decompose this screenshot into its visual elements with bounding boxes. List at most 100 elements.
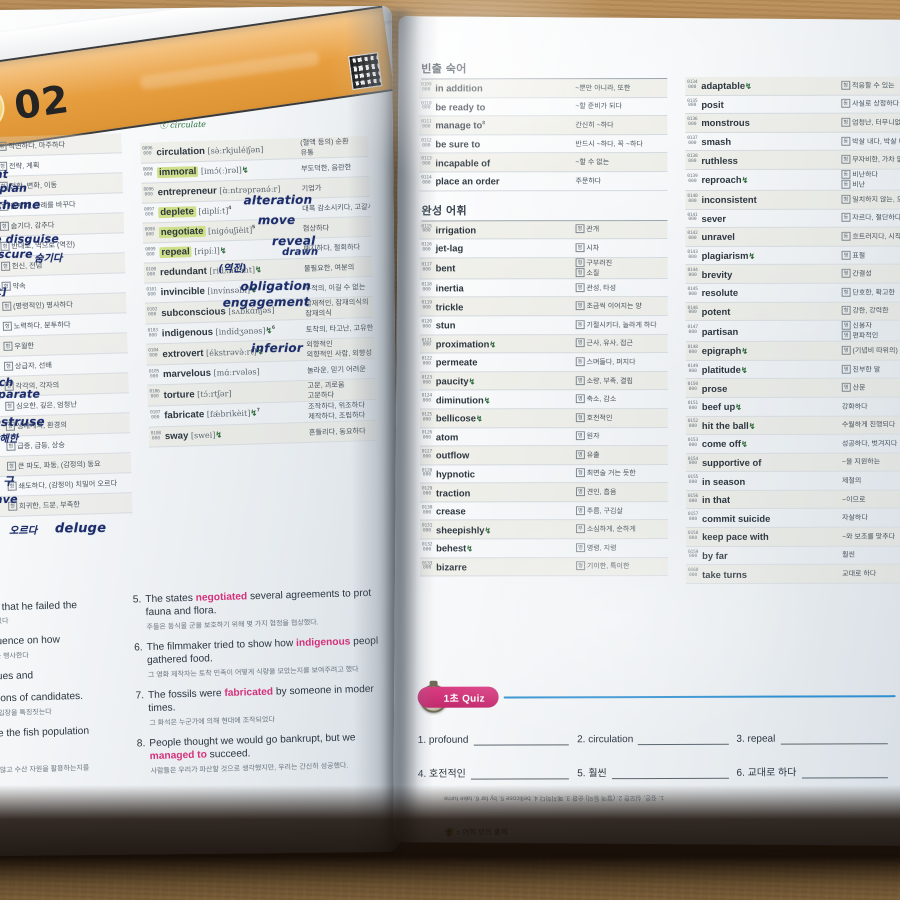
word-row: 0130 000 crease 명 주름, 구김살 (420, 501, 669, 521)
meaning-line: 명 신봉자 (841, 320, 900, 331)
word-meaning: 명 산문 (838, 382, 900, 393)
sentence-korean: 영향력을 행사한다 (0, 652, 29, 661)
word-term: sheepishly↯ (436, 524, 492, 536)
part-of-speech-tag: 형 (841, 80, 851, 90)
word-meaning: 부 소심하게, 순하게 (572, 524, 668, 534)
word-term: supportive of (701, 456, 762, 468)
word-term: incapable of (435, 157, 491, 169)
word-row: 0152 000 hit the ball↯ 수월하게 진행되다 (685, 416, 900, 436)
quiz-answer-blank[interactable] (801, 768, 888, 779)
handwritten-annotation: engagement (222, 294, 310, 310)
word-term: come off↯ (701, 438, 748, 450)
sprout-icon: ↯ (215, 430, 223, 440)
word-superscript: 4 (228, 204, 232, 212)
meaning-line: 명 원자 (575, 431, 668, 441)
word-row: 0136 000 monstrous 형 엄청난, 터무니없는 (685, 113, 900, 133)
meaning-line: 토착의, 타고난, 고유한 (305, 322, 374, 334)
quiz-answer-blank[interactable] (611, 768, 729, 780)
handwritten-annotation: ront (0, 167, 9, 182)
sentence-number: 6. (134, 642, 143, 654)
meaning-line: 명 주름, 구김살 (576, 505, 668, 516)
word-term: posit (701, 98, 724, 110)
handwritten-annotation: 오르다 (8, 525, 38, 537)
word-row: 0110 000 be ready to ~할 준비가 되다 (419, 97, 668, 117)
quiz-answer-blank[interactable] (473, 735, 570, 746)
part-of-speech-tag: 명 (575, 243, 585, 253)
word-meaning: 동 자르다, 절단하다 (837, 213, 900, 223)
word-term: resolute (701, 287, 739, 299)
part-of-speech-tag: 형 (3, 361, 13, 371)
word-term: sever (701, 212, 727, 224)
word-superscript: 5 (252, 224, 256, 231)
sprout-icon: ↯ (254, 265, 262, 275)
word-row: 0126 000 atom 명 원자 (419, 427, 668, 447)
part-of-speech-tag: 형 (6, 461, 16, 471)
word-row: 0158 000 keep pace with ~와 보조를 맞추다 (686, 527, 900, 547)
quiz-item: 6. 교대로 하다 (736, 749, 895, 779)
quiz-answer-blank[interactable] (780, 734, 888, 745)
handwritten-annotation: wave (0, 492, 18, 507)
sentence-body: People thought we would go bankrupt, but… (149, 732, 356, 763)
sprout-icon: ↯ (489, 340, 497, 350)
word-term: keep pace with (702, 531, 769, 543)
word-term: in season (701, 475, 746, 487)
meaning-line: 무적의, 이길 수 없는 (304, 281, 366, 293)
part-of-speech-tag: 동 (841, 231, 851, 241)
word-row: 0141 000 sever 동 자르다, 절단하다 (685, 209, 900, 229)
word-term: jet-lag (435, 242, 464, 254)
quiz-answer-blank[interactable] (470, 769, 570, 780)
word-term: be sure to (435, 138, 481, 150)
qr-code-icon[interactable] (348, 52, 383, 90)
word-term: torture [tɔ́ːrtʃər] (163, 388, 232, 401)
word-term: adaptable↯ (701, 80, 752, 92)
word-id: 0096 000 (142, 167, 154, 178)
word-row: 0160 000 take turns 교대로 하다 (686, 564, 900, 584)
sprout-icon: ↯ (241, 165, 249, 175)
right-page-section: 빈출 숙어 0109 000 in addition ~뿐만 아니라, 또한 0110 00… (419, 60, 668, 192)
word-id: 0115 000 (421, 223, 432, 234)
word-term: plagiarism↯ (701, 249, 756, 262)
part-of-speech-tag: 동 (575, 357, 585, 367)
word-id: 0160 000 (687, 568, 699, 579)
meaning-line: 고문하다 (307, 390, 335, 400)
word-id: 0142 000 (687, 231, 698, 241)
word-meaning: 동 비난하다 동 비난 (837, 169, 900, 190)
word-meaning: 성공하다, 벗겨지다 (838, 438, 900, 448)
word-term: epigraph↯ (701, 345, 749, 357)
word-term: outflow (435, 449, 470, 461)
word-meaning: ~할 수 없는 (571, 157, 667, 167)
part-of-speech-tag: 형 (0, 261, 11, 271)
word-term: unravel (701, 231, 735, 243)
part-of-speech-tag: 명 (575, 450, 585, 460)
word-id: 0120 000 (421, 319, 432, 330)
part-of-speech-tag: 명 (575, 375, 585, 385)
meaning-line: 성공하다, 벗겨지다 (841, 440, 898, 448)
word-id: 0096 000 (143, 187, 154, 198)
meaning-line: 동 스며들다, 퍼지다 (575, 357, 668, 367)
word-id: 0143 000 (687, 249, 698, 260)
right-page-section: 완성 어휘 0115 000 irrigation 명 관개 0116 000 jet-lag 명… (419, 201, 669, 577)
meaning-line: 동 비난하다 (841, 169, 900, 180)
word-id: 0117 000 (421, 262, 432, 273)
right-page-left-column: 빈출 숙어 0109 000 in addition ~뿐만 아니라, 또한 0110 00… (419, 60, 669, 588)
word-id: 0108 000 (150, 430, 162, 442)
word-row: 0127 000 outflow 명 유출 (419, 446, 668, 466)
word-meaning: ~을 지원하는 (838, 457, 900, 467)
word-meaning: 흔들리다, 동요하다 (305, 425, 377, 437)
word-id: 0101 000 (146, 286, 157, 298)
word-row: 0142 000 unravel 동 흐트러지다, 시작하다 (685, 227, 900, 247)
word-term: crease (436, 505, 466, 517)
word-id: 0136 000 (687, 117, 698, 127)
word-term: manage to8 (435, 119, 486, 131)
handwritten-annotation: 난해한 (0, 433, 19, 446)
sentence-fragment: e fact that he failed the 숨기고 있다 (0, 598, 114, 627)
sprout-icon: ↯ (466, 544, 474, 554)
word-term: prose (701, 382, 728, 394)
word-row: 0135 000 posit 동 사실로 상정하다 (685, 95, 900, 115)
word-phonetic: [ripíːl] (191, 246, 220, 257)
quiz-answer-blank[interactable] (638, 734, 729, 746)
word-row: 0124 000 diminution↯ 명 축소, 감소 (419, 390, 668, 410)
part-of-speech-tag: 명 (575, 338, 585, 348)
sentence-number: 7. (135, 690, 145, 702)
sentence-korean: 숨기고 있다 (0, 618, 9, 626)
